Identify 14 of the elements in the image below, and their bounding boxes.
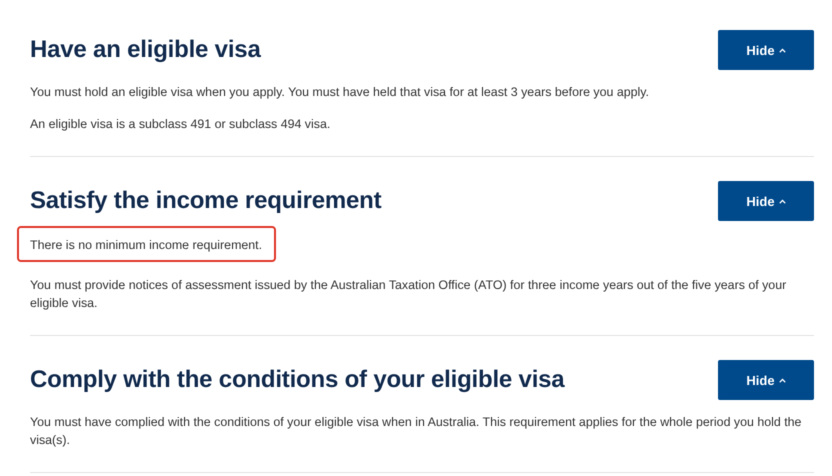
chevron-icon <box>778 198 786 204</box>
body-text: You must have complied with the conditions of your eligible visa when in Australia. This requirement applies for the whole period you hold the visa(s). <box>30 414 802 449</box>
body-text: You must hold an eligible visa when you apply. You must have held that visa for at least 3 years before you apply. <box>30 84 650 101</box>
hide-button[interactable]: Hide <box>718 181 814 221</box>
chevron-icon <box>778 48 786 52</box>
hide-button[interactable]: Hide <box>718 30 814 70</box>
highlighted-text: There is no minimum income requirement. <box>17 226 276 262</box>
section-heading: Have an eligible visa <box>30 36 261 64</box>
section-heading: Satisfy the income requirement <box>30 187 382 215</box>
section-heading: Comply with the conditions of your eligible visa <box>30 366 564 394</box>
chevron-icon <box>778 378 786 382</box>
body-text: You must provide notices of assessment issued by the Australian Taxation Office (ATO) for three income years out of the five years of your eligible visa. <box>30 277 788 312</box>
hide-button[interactable]: Hide <box>718 360 814 400</box>
body-text: An eligible visa is a subclass 491 or subclass 494 visa. <box>30 116 332 133</box>
